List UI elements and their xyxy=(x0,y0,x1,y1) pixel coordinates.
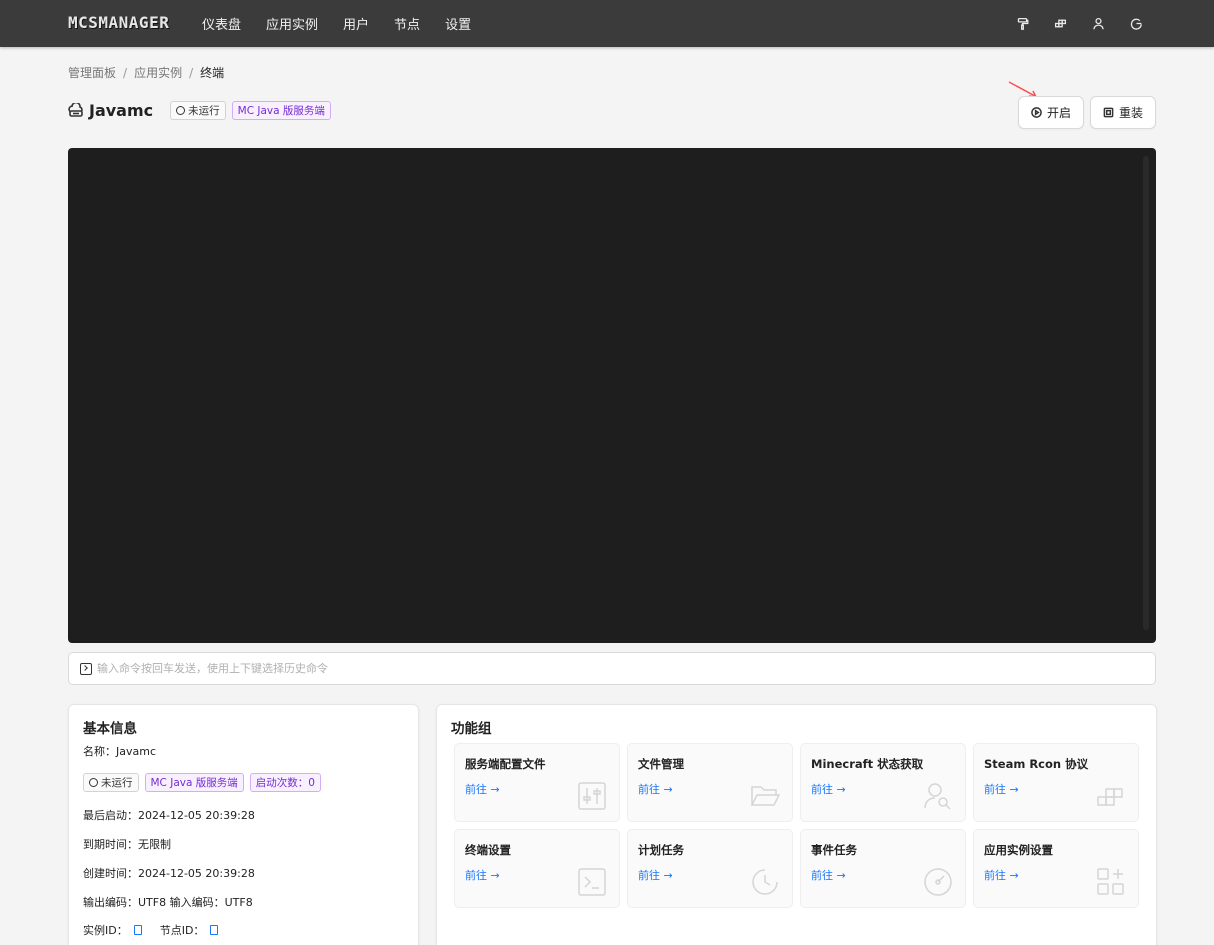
breadcrumb-current: 终端 xyxy=(200,66,225,80)
node-id-label: 节点ID： xyxy=(159,924,205,937)
cloud-server-icon xyxy=(68,101,84,119)
func-label: 终端设置 xyxy=(465,843,511,857)
instance-header: Javamc 未运行 MC Java 版服务端 xyxy=(68,101,337,120)
instance-id-label: 实例ID： xyxy=(83,924,128,937)
info-last-start: 最后启动：2024-12-05 20:39:28 xyxy=(83,809,255,822)
status-badge: 未运行 xyxy=(170,101,226,120)
status-text: 未运行 xyxy=(188,105,220,117)
command-input-box[interactable] xyxy=(68,652,1156,685)
nav-instances[interactable]: 应用实例 xyxy=(266,14,318,33)
func-label: 应用实例设置 xyxy=(984,843,1053,857)
breadcrumb-panel[interactable]: 管理面板 xyxy=(68,64,116,81)
nav-users[interactable]: 用户 xyxy=(343,14,369,33)
breadcrumb: 管理面板 / 应用实例 / 终端 xyxy=(68,64,224,81)
func-steam-rcon[interactable]: Steam Rcon 协议 前往 → xyxy=(973,743,1139,822)
basic-info-card: 基本信息 名称：Javamc 未运行 MC Java 版服务端 启动次数：0 最… xyxy=(68,704,419,945)
func-event-tasks[interactable]: 事件任务 前往 → xyxy=(800,829,966,908)
dashboard-icon xyxy=(923,867,953,897)
status-text: 未运行 xyxy=(101,777,133,789)
nav-settings[interactable]: 设置 xyxy=(445,14,471,33)
func-scheduled-tasks[interactable]: 计划任务 前往 → xyxy=(627,829,793,908)
nav-nodes[interactable]: 节点 xyxy=(394,14,420,33)
info-tags: 未运行 MC Java 版服务端 启动次数：0 xyxy=(83,773,327,792)
breadcrumb-instances[interactable]: 应用实例 xyxy=(134,64,182,81)
func-label: 文件管理 xyxy=(638,757,684,771)
func-terminal-settings[interactable]: 终端设置 前往 → xyxy=(454,829,620,908)
reinstall-button[interactable]: 重装 xyxy=(1090,96,1156,129)
blocks-icon[interactable] xyxy=(1052,16,1068,32)
start-count-badge: 启动次数：0 xyxy=(249,773,321,792)
start-button[interactable]: 开启 xyxy=(1018,96,1084,129)
blocks-icon xyxy=(1096,781,1126,811)
type-badge: MC Java 版服务端 xyxy=(231,101,331,120)
reinstall-label: 重装 xyxy=(1118,106,1143,120)
terminal-icon xyxy=(577,867,607,897)
command-input[interactable] xyxy=(97,662,1155,675)
info-created: 创建时间：2024-12-05 20:39:28 xyxy=(83,867,255,880)
copy-icon[interactable] xyxy=(210,925,219,935)
clock-icon xyxy=(176,106,186,115)
basic-info-title: 基本信息 xyxy=(83,721,137,737)
function-group-card: 功能组 服务端配置文件 前往 → 文件管理 前往 → Minecraft 状态获… xyxy=(436,704,1157,945)
info-expire: 到期时间：无限制 xyxy=(83,838,171,851)
clock-icon xyxy=(89,778,98,787)
func-label: Minecraft 状态获取 xyxy=(811,757,924,771)
user-search-icon xyxy=(923,781,953,811)
func-instance-settings[interactable]: 应用实例设置 前往 → xyxy=(973,829,1139,908)
user-icon[interactable] xyxy=(1090,16,1106,32)
nav-icons xyxy=(992,0,1144,47)
terminal-scrollbar[interactable] xyxy=(1143,156,1149,630)
func-label: 计划任务 xyxy=(638,843,684,857)
func-server-config[interactable]: 服务端配置文件 前往 → xyxy=(454,743,620,822)
play-circle-icon xyxy=(1031,107,1042,118)
page-title: Javamc xyxy=(89,101,154,120)
status-badge: 未运行 xyxy=(83,773,139,792)
info-ids: 实例ID： 节点ID： xyxy=(83,922,236,938)
info-name: 名称：Javamc xyxy=(83,745,156,758)
main-nav: 仪表盘 应用实例 用户 节点 设置 xyxy=(202,0,496,47)
logout-icon[interactable] xyxy=(1128,16,1144,32)
terminal-output[interactable] xyxy=(68,148,1156,643)
top-navbar: MCSMANAGER 仪表盘 应用实例 用户 节点 设置 xyxy=(0,0,1214,47)
func-label: 服务端配置文件 xyxy=(465,757,546,771)
info-encoding: 输出编码：UTF8 输入编码：UTF8 xyxy=(83,896,253,909)
func-label: 事件任务 xyxy=(811,843,857,857)
func-file-manager[interactable]: 文件管理 前往 → xyxy=(627,743,793,822)
copy-icon[interactable] xyxy=(133,925,142,935)
clock-icon xyxy=(750,867,780,897)
start-label: 开启 xyxy=(1046,106,1071,120)
paint-roller-icon[interactable] xyxy=(1014,16,1030,32)
apps-icon xyxy=(1096,867,1126,897)
reinstall-icon xyxy=(1103,107,1114,118)
terminal-icon xyxy=(80,662,92,675)
breadcrumb-separator: / xyxy=(189,65,194,80)
nav-dashboard[interactable]: 仪表盘 xyxy=(202,14,241,33)
func-minecraft-status[interactable]: Minecraft 状态获取 前往 → xyxy=(800,743,966,822)
type-badge: MC Java 版服务端 xyxy=(144,773,244,792)
folder-open-icon xyxy=(750,781,781,811)
func-label: Steam Rcon 协议 xyxy=(984,757,1089,771)
app-logo[interactable]: MCSMANAGER xyxy=(68,13,169,32)
sliders-icon xyxy=(577,781,607,811)
function-group-title: 功能组 xyxy=(451,721,492,737)
function-grid: 服务端配置文件 前往 → 文件管理 前往 → Minecraft 状态获取 前往… xyxy=(454,743,1139,908)
breadcrumb-separator: / xyxy=(123,65,128,80)
